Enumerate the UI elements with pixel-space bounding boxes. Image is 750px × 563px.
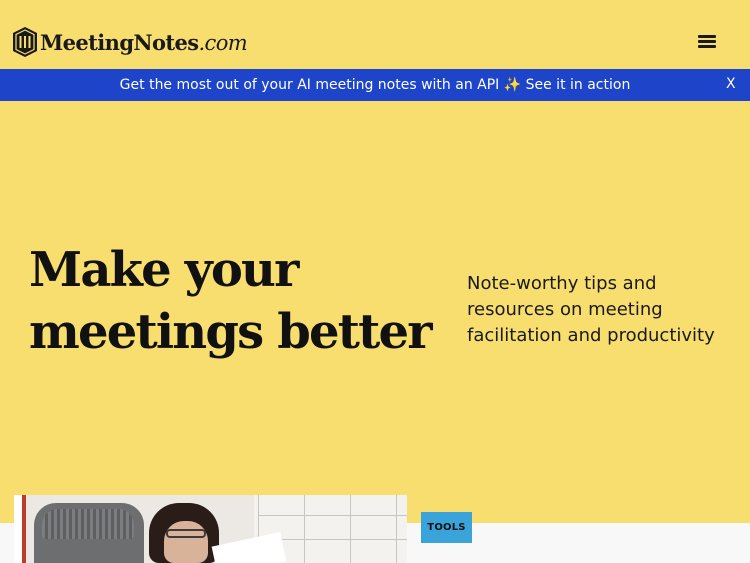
logo-wordmark: MeetingNotes.com xyxy=(40,29,248,55)
site-logo[interactable]: MeetingNotes.com xyxy=(13,27,248,57)
hamburger-menu-icon[interactable] xyxy=(698,35,716,49)
hero-subtitle: Note-worthy tips and resources on meetin… xyxy=(467,273,715,346)
featured-post-image[interactable] xyxy=(14,495,407,563)
banner-close-button[interactable]: X xyxy=(726,76,738,92)
banner-message-container: Get the most out of your AI meeting note… xyxy=(0,77,750,93)
logo-tld-text: .com xyxy=(198,30,248,55)
logo-brand-text: MeetingNotes xyxy=(40,29,199,55)
hero-section: Make your meetings better Note-worthy ti… xyxy=(0,101,750,523)
site-header: MeetingNotes.com xyxy=(0,0,750,69)
banner-message-link[interactable]: Get the most out of your AI meeting note… xyxy=(120,77,631,93)
announcement-banner: Get the most out of your AI meeting note… xyxy=(0,69,750,101)
hero-title: Make your meetings better xyxy=(29,242,433,360)
logo-mark-icon xyxy=(13,27,37,57)
post-category-tag[interactable]: TOOLS xyxy=(421,512,472,543)
